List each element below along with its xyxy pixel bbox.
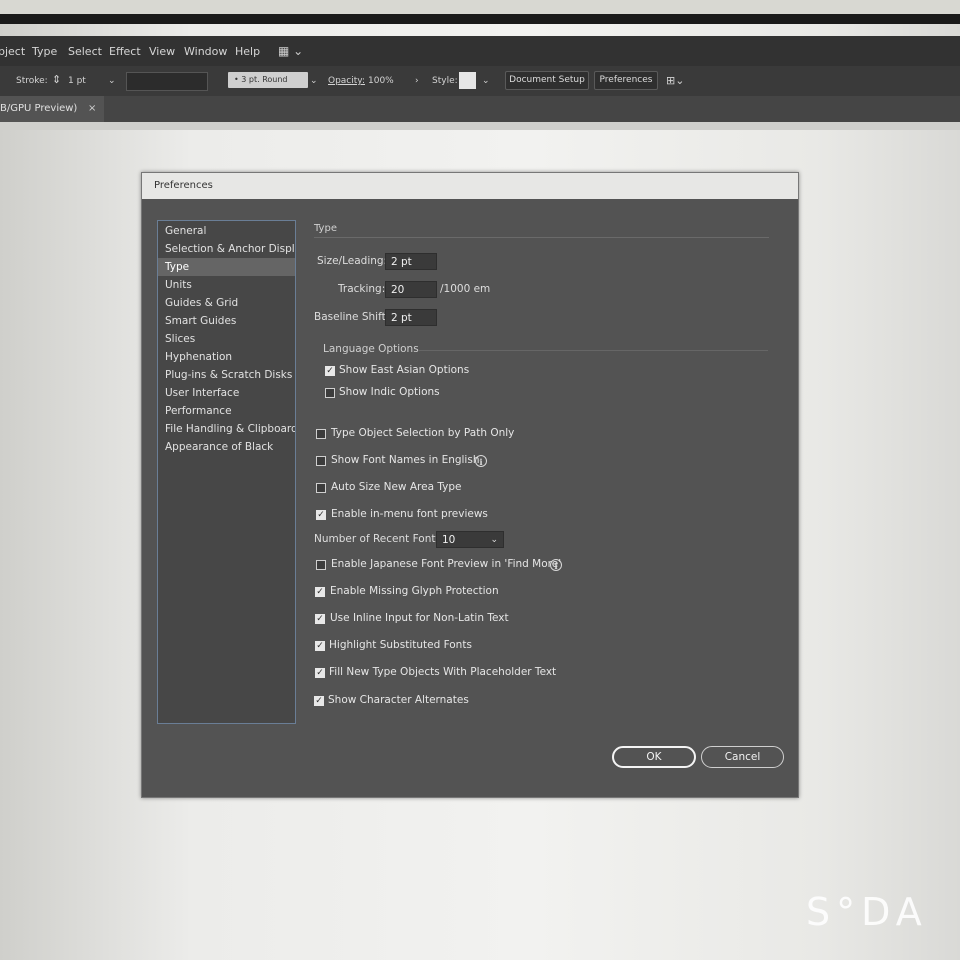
- brush-bullet: •: [234, 75, 239, 84]
- section-title: Type: [314, 223, 337, 234]
- document-tab[interactable]: B/GPU Preview) ×: [0, 96, 104, 122]
- recent-fonts-value: 10: [442, 534, 456, 546]
- stroke-value[interactable]: 1 pt: [68, 76, 86, 86]
- arrange-documents-icon[interactable]: ⊞⌄: [666, 74, 684, 87]
- canvas-edge: [0, 122, 960, 130]
- placeholder-text-checkbox[interactable]: ✓: [315, 668, 325, 678]
- recent-fonts-dropdown[interactable]: 10 ⌄: [436, 531, 504, 548]
- menu-font-previews-label: Enable in-menu font previews: [331, 508, 488, 520]
- workspace-switcher-icon[interactable]: ▦ ⌄: [278, 44, 303, 58]
- menu-select[interactable]: Select: [68, 45, 102, 58]
- control-bar: Stroke: ⇕ 1 pt ⌄ • 3 pt. Round ⌄ Opacity…: [0, 66, 960, 96]
- tracking-label: Tracking:: [338, 283, 386, 295]
- dialog-titlebar: Preferences: [142, 173, 798, 199]
- stroke-dropdown-icon[interactable]: ⌄: [108, 76, 116, 86]
- sidebar-item-file-handling[interactable]: File Handling & Clipboard: [158, 420, 295, 438]
- background-monitor-strip: [0, 0, 960, 26]
- language-options-divider: [418, 350, 768, 351]
- tracking-field[interactable]: 20: [385, 281, 437, 298]
- highlight-substituted-label: Highlight Substituted Fonts: [329, 639, 472, 651]
- sidebar-item-hyphenation[interactable]: Hyphenation: [158, 348, 295, 366]
- sidebar-item-general[interactable]: General: [158, 222, 295, 240]
- stroke-label: Stroke:: [16, 76, 48, 86]
- opacity-arrow-icon[interactable]: ›: [415, 76, 419, 86]
- sidebar-item-user-interface[interactable]: User Interface: [158, 384, 295, 402]
- placeholder-text-label: Fill New Type Objects With Placeholder T…: [329, 666, 557, 678]
- brush-dropdown-icon[interactable]: ⌄: [310, 76, 318, 86]
- character-alternates-checkbox[interactable]: ✓: [314, 696, 324, 706]
- style-dropdown-icon[interactable]: ⌄: [482, 76, 490, 86]
- menu-font-previews-checkbox[interactable]: ✓: [316, 510, 326, 520]
- missing-glyph-checkbox[interactable]: ✓: [315, 587, 325, 597]
- recent-fonts-label: Number of Recent Fonts:: [314, 533, 445, 545]
- auto-size-area-type-checkbox[interactable]: [316, 483, 326, 493]
- soda-watermark: S°DA: [806, 890, 928, 934]
- brush-definition[interactable]: • 3 pt. Round: [228, 72, 308, 88]
- menu-effect[interactable]: Effect: [109, 45, 141, 58]
- sidebar-item-guides-grid[interactable]: Guides & Grid: [158, 294, 295, 312]
- language-options-title: Language Options: [323, 343, 419, 355]
- sidebar-item-appearance-black[interactable]: Appearance of Black: [158, 438, 295, 456]
- style-label: Style:: [432, 76, 458, 86]
- auto-size-area-type-label: Auto Size New Area Type: [331, 481, 462, 493]
- inline-input-checkbox[interactable]: ✓: [315, 614, 325, 624]
- missing-glyph-label: Enable Missing Glyph Protection: [330, 585, 499, 597]
- size-leading-field[interactable]: 2 pt: [385, 253, 437, 270]
- info-icon[interactable]: i: [550, 559, 562, 571]
- opacity-value[interactable]: 100%: [368, 76, 394, 86]
- preferences-button[interactable]: Preferences: [594, 71, 658, 90]
- sidebar-item-smart-guides[interactable]: Smart Guides: [158, 312, 295, 330]
- type-object-selection-label: Type Object Selection by Path Only: [331, 427, 515, 439]
- document-tab-bar: B/GPU Preview) ×: [0, 96, 960, 122]
- font-names-english-checkbox[interactable]: [316, 456, 326, 466]
- document-setup-button[interactable]: Document Setup: [505, 71, 589, 90]
- menu-bar: bject Type Select Effect View Window Hel…: [0, 36, 960, 66]
- menu-help[interactable]: Help: [235, 45, 260, 58]
- sidebar-item-performance[interactable]: Performance: [158, 402, 295, 420]
- preferences-dialog: Preferences General Selection & Anchor D…: [141, 172, 799, 798]
- opacity-label[interactable]: Opacity:: [328, 76, 365, 86]
- chevron-down-icon: ⌄: [490, 535, 498, 545]
- close-icon[interactable]: ×: [88, 96, 96, 122]
- show-indic-checkbox[interactable]: [325, 388, 335, 398]
- preferences-sidebar: General Selection & Anchor Display Type …: [157, 220, 296, 724]
- sidebar-item-selection-anchor[interactable]: Selection & Anchor Display: [158, 240, 295, 258]
- sidebar-item-type[interactable]: Type: [158, 258, 295, 276]
- sidebar-item-units[interactable]: Units: [158, 276, 295, 294]
- baseline-shift-label: Baseline Shift:: [314, 311, 390, 323]
- character-alternates-label: Show Character Alternates: [328, 694, 469, 706]
- menu-object[interactable]: bject: [0, 45, 25, 58]
- inline-input-label: Use Inline Input for Non-Latin Text: [330, 612, 509, 624]
- japanese-preview-checkbox[interactable]: [316, 560, 326, 570]
- menu-type[interactable]: Type: [32, 45, 57, 58]
- cancel-button[interactable]: Cancel: [701, 746, 784, 768]
- highlight-substituted-checkbox[interactable]: ✓: [315, 641, 325, 651]
- size-leading-label: Size/Leading:: [317, 255, 388, 267]
- menu-window[interactable]: Window: [184, 45, 227, 58]
- section-divider: [314, 237, 769, 238]
- ok-button[interactable]: OK: [612, 746, 696, 768]
- style-swatch[interactable]: [459, 72, 476, 89]
- sidebar-item-slices[interactable]: Slices: [158, 330, 295, 348]
- show-indic-label: Show Indic Options: [339, 386, 440, 398]
- japanese-preview-label: Enable Japanese Font Preview in 'Find Mo…: [331, 558, 562, 570]
- sidebar-item-plugins[interactable]: Plug-ins & Scratch Disks: [158, 366, 295, 384]
- type-object-selection-checkbox[interactable]: [316, 429, 326, 439]
- info-icon[interactable]: i: [475, 455, 487, 467]
- tracking-unit: /1000 em: [440, 283, 491, 295]
- font-names-english-label: Show Font Names in English: [331, 454, 480, 466]
- document-tab-label: B/GPU Preview): [0, 103, 78, 114]
- baseline-shift-field[interactable]: 2 pt: [385, 309, 437, 326]
- stroke-stepper-icon[interactable]: ⇕: [52, 73, 61, 86]
- show-east-asian-checkbox[interactable]: ✓: [325, 366, 335, 376]
- show-east-asian-label: Show East Asian Options: [339, 364, 470, 376]
- brush-value: 3 pt. Round: [241, 75, 288, 84]
- variable-width-profile[interactable]: [126, 72, 208, 91]
- menu-view[interactable]: View: [149, 45, 175, 58]
- dialog-title: Preferences: [154, 180, 213, 191]
